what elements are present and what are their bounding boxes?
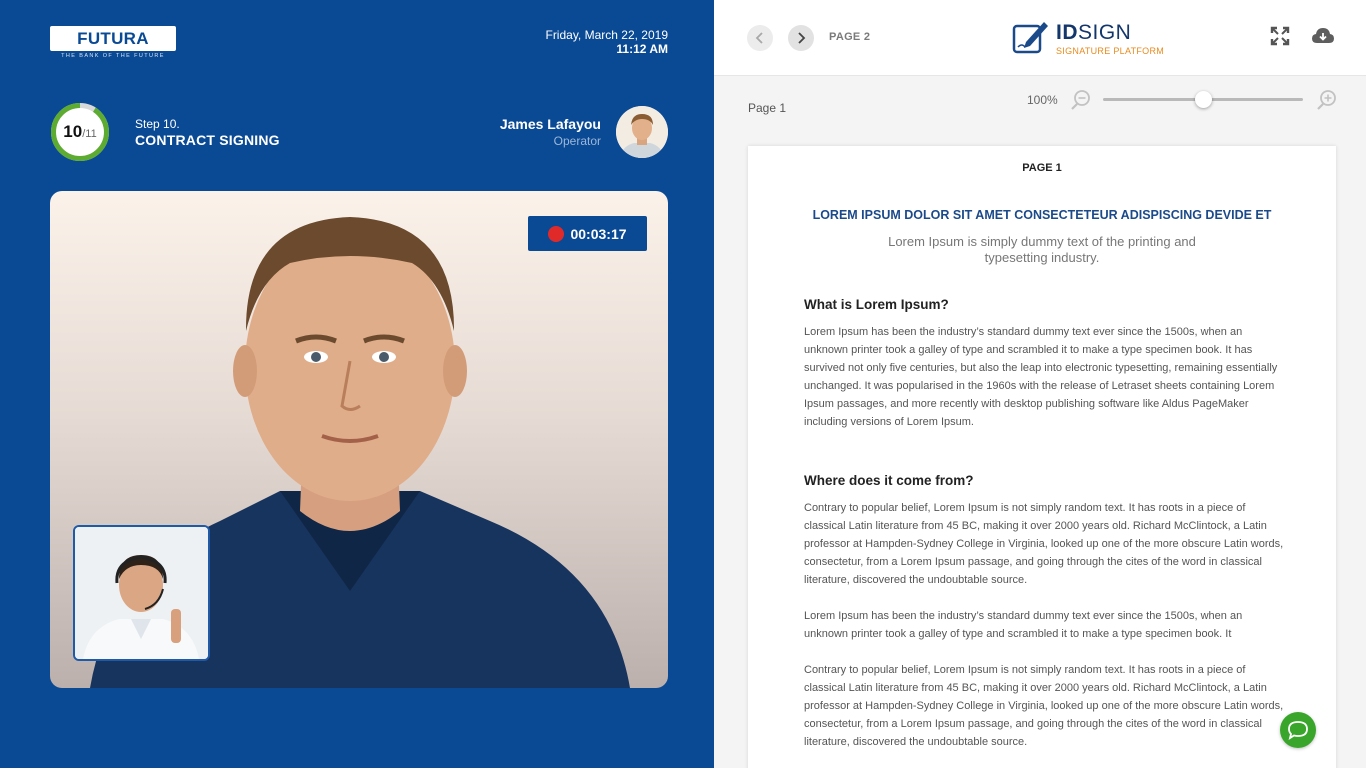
logo-tagline: THE BANK OF THE FUTURE (61, 53, 165, 59)
document-subtitle: Lorem Ipsum is simply dummy text of the … (888, 234, 1196, 265)
section-paragraph: Lorem Ipsum has been the industry’s stan… (804, 610, 1243, 640)
operator-video-pip[interactable] (73, 525, 210, 661)
chat-button[interactable] (1280, 712, 1316, 748)
operator-role: Operator (553, 134, 601, 148)
cloud-download-icon (1312, 28, 1334, 43)
zoom-level: 100% (1027, 93, 1058, 107)
step-label: Step 10. (135, 117, 180, 131)
zoom-slider[interactable] (1103, 91, 1303, 108)
prev-page-button[interactable] (747, 25, 773, 51)
zoom-in-icon (1317, 90, 1336, 110)
download-button[interactable] (1311, 26, 1335, 51)
brand-rest: SIGN (1078, 21, 1132, 44)
step-progress-ring: 10 /11 (50, 102, 110, 162)
section-heading: What is Lorem Ipsum? (804, 297, 949, 312)
operator-avatar (616, 106, 668, 158)
section-paragraph: Contrary to popular belief, Lorem Ipsum … (804, 664, 1284, 748)
brand-subtitle: SIGNATURE PLATFORM (1056, 46, 1165, 56)
bank-logo: FUTURA BANK THE BANK OF THE FUTURE (50, 26, 176, 73)
datetime: Friday, March 22, 2019 11:12 AM (545, 28, 668, 56)
document-page: PAGE 1 LOREM IPSUM DOLOR SIT AMET CONSEC… (748, 146, 1336, 768)
customer-video: 00:03:17 (50, 191, 668, 688)
document-viewer-panel: PAGE 2 IDSIGN SIGNATURE PLATFORM Page 1 … (714, 0, 1366, 768)
signature-pen-icon (1012, 22, 1048, 54)
section-heading: Where does it come from? (804, 473, 974, 488)
viewer-toolbar: PAGE 2 IDSIGN SIGNATURE PLATFORM (714, 0, 1366, 76)
document-page-header: PAGE 1 (1022, 162, 1062, 174)
recording-indicator: 00:03:17 (528, 216, 647, 251)
brand-bold: ID (1056, 21, 1078, 44)
zoom-slider-handle[interactable] (1194, 91, 1212, 108)
recording-time: 00:03:17 (570, 225, 627, 242)
chevron-left-icon (755, 32, 763, 44)
current-page-label: Page 1 (748, 101, 787, 115)
page-indicator: PAGE 2 (829, 31, 871, 43)
fullscreen-icon (1270, 26, 1290, 46)
chat-icon (1288, 721, 1308, 740)
zoom-out-button[interactable] (1070, 89, 1092, 116)
operator-name: James Lafayou (499, 116, 601, 132)
step-info: Step 10. CONTRACT SIGNING (135, 116, 280, 148)
document-title: LOREM IPSUM DOLOR SIT AMET CONSECTETEUR … (812, 208, 1272, 222)
step-title: CONTRACT SIGNING (135, 132, 280, 148)
date-text: Friday, March 22, 2019 (545, 28, 668, 42)
record-dot-icon (548, 225, 565, 242)
fullscreen-button[interactable] (1270, 26, 1290, 51)
section-paragraph: Lorem Ipsum has been the industry’s stan… (804, 326, 1278, 428)
zoom-in-button[interactable] (1316, 89, 1338, 116)
zoom-out-icon (1071, 90, 1090, 110)
video-call-panel: FUTURA BANK THE BANK OF THE FUTURE Frida… (0, 0, 714, 768)
time-text: 11:12 AM (616, 42, 668, 56)
logo-text: FUTURA BANK (50, 26, 176, 73)
chevron-right-icon (798, 32, 806, 44)
section-paragraph: Contrary to popular belief, Lorem Ipsum … (804, 502, 1284, 586)
next-page-button[interactable] (788, 25, 814, 51)
step-current: 10 (63, 122, 83, 141)
operator-info: James Lafayou Operator (500, 116, 601, 148)
step-total: /11 (82, 128, 97, 140)
